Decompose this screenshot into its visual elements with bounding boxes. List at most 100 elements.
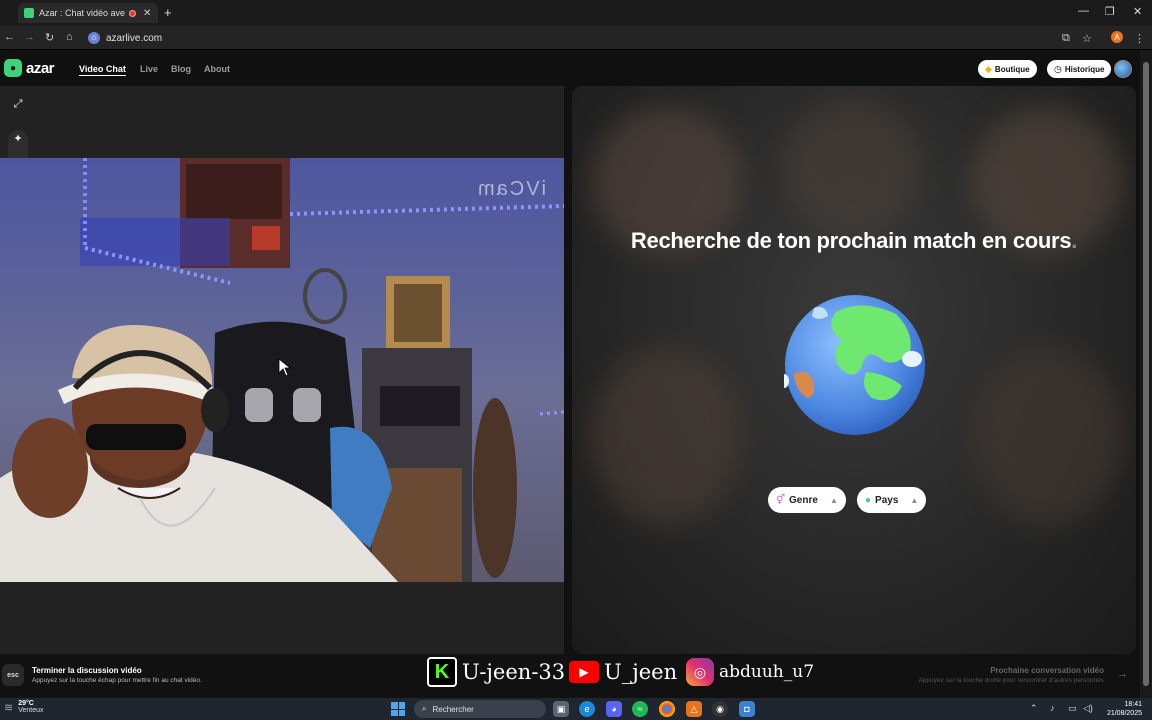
self-camera-panel: ⤢ ✦ ☺ — [0, 86, 564, 654]
temperature-text: 29°C — [18, 700, 34, 707]
minimize-icon[interactable]: — — [1078, 5, 1089, 17]
instagram-handle: abduuh_u7 — [719, 662, 815, 682]
history-clock-icon: ◷ — [1054, 63, 1062, 74]
blurred-background-shape — [782, 96, 922, 236]
kick-social: K U-jeen-33 — [427, 655, 565, 689]
esc-key-button[interactable]: esc — [2, 664, 24, 686]
nav-video-chat[interactable]: Video Chat — [79, 64, 126, 76]
chrome-icon[interactable] — [659, 701, 675, 717]
ivcam-watermark: iVCam — [475, 178, 546, 200]
youtube-logo-icon: ▶ — [569, 661, 599, 683]
boutique-label: Boutique — [994, 64, 1030, 74]
instagram-social: ◎ abduuh_u7 — [686, 655, 814, 689]
wind-icon: ≋ — [4, 701, 14, 714]
task-view-icon[interactable]: ▣ — [553, 701, 569, 717]
azar-favicon-icon — [24, 8, 34, 18]
discord-icon[interactable]: ◕ — [606, 701, 622, 717]
match-search-panel: Recherche de ton prochain match en cours… — [572, 86, 1136, 654]
effects-sparkle-icon[interactable]: ✦ — [10, 130, 26, 146]
forward-icon[interactable]: → — [24, 31, 35, 43]
logo-text: azar — [26, 59, 55, 77]
azar-logo[interactable]: ● azar — [4, 59, 55, 77]
site-info-icon[interactable]: ⊙ — [88, 32, 100, 44]
youtube-handle: U_jeen — [604, 660, 678, 684]
close-window-icon[interactable]: ✕ — [1133, 5, 1142, 18]
browser-tab-strip: Azar : Chat vidéo avec de n ✕ + — ❐ ✕ — [0, 0, 1152, 26]
windows-taskbar: ≋ 29°C Venteux ⌕ Rechercher ▣ e ◕ ≈ △ ◉ … — [0, 698, 1152, 720]
taskbar-clock[interactable]: 18:41 21/08/2025 — [1098, 700, 1142, 718]
cast-icon[interactable]: ⧉ — [1062, 32, 1070, 45]
kick-handle: U-jeen-33 — [462, 660, 566, 684]
url-field[interactable]: ⊙ azarlive.com — [88, 29, 1053, 47]
scrollbar-thumb[interactable] — [1143, 62, 1149, 686]
gender-filter-button[interactable]: ⚥ Genre ▲ — [768, 487, 846, 513]
end-chat-title: Terminer la discussion vidéo — [32, 666, 142, 675]
back-icon[interactable]: ← — [4, 31, 15, 43]
gender-icon: ⚥ — [776, 494, 786, 506]
url-text: azarlive.com — [106, 32, 163, 44]
globe-icon — [784, 295, 925, 435]
country-filter-button[interactable]: ● Pays ▲ — [857, 487, 927, 513]
historique-button[interactable]: ◷ Historique — [1047, 60, 1112, 78]
blurred-background-shape — [592, 346, 742, 526]
weather-text: Venteux — [18, 707, 44, 714]
vlc-icon[interactable]: △ — [686, 701, 702, 717]
bookmark-star-icon[interactable]: ☆ — [1082, 32, 1092, 45]
edge-icon[interactable]: e — [579, 701, 595, 717]
page-scrollbar[interactable] — [1140, 50, 1152, 698]
microphone-icon[interactable]: ♪ — [1050, 703, 1055, 713]
next-chat-hint: Appuyez sur la touche droite pour rencon… — [918, 677, 1104, 684]
site-header: ● azar Video Chat Live Blog About ◆ Bout… — [0, 50, 1140, 86]
weather-widget[interactable]: ≋ 29°C Venteux — [4, 700, 44, 714]
camera-scene — [0, 158, 564, 582]
next-chat-title: Prochaine conversation vidéo — [990, 666, 1104, 675]
close-tab-icon[interactable]: ✕ — [143, 8, 151, 19]
next-arrow-icon[interactable]: → — [1117, 668, 1128, 680]
country-filter-label: Pays — [875, 494, 899, 506]
volume-icon[interactable]: ◁) — [1083, 703, 1093, 714]
browser-tab[interactable]: Azar : Chat vidéo avec de n ✕ — [18, 3, 158, 23]
historique-label: Historique — [1064, 64, 1105, 74]
recording-indicator-icon — [129, 9, 136, 17]
spotify-icon[interactable]: ≈ — [632, 701, 648, 717]
new-tab-button[interactable]: + — [164, 5, 172, 20]
gender-filter-label: Genre — [789, 494, 818, 506]
tray-chevron-icon[interactable]: ⌃ — [1030, 703, 1038, 714]
gem-icon: ◆ — [985, 63, 992, 74]
browser-menu-icon[interactable]: ⋮ — [1134, 32, 1145, 45]
clock-date: 21/08/2025 — [1106, 710, 1142, 717]
globe-small-icon: ● — [865, 494, 872, 506]
expand-icon[interactable]: ⤢ — [10, 96, 26, 112]
azar-logo-icon: ● — [4, 59, 22, 77]
search-placeholder: Rechercher — [432, 704, 474, 714]
restore-icon[interactable]: ❐ — [1105, 5, 1115, 18]
windows-start-icon[interactable] — [391, 702, 405, 716]
search-icon: ⌕ — [422, 704, 427, 713]
kick-logo-icon: K — [427, 657, 457, 687]
nav-live[interactable]: Live — [140, 64, 158, 74]
tab-title: Azar : Chat vidéo avec de n — [39, 8, 125, 18]
search-status-title: Recherche de ton prochain match en cours… — [572, 228, 1136, 254]
loading-dot: . — [1071, 228, 1078, 253]
taskbar-search-field[interactable]: ⌕ Rechercher — [414, 700, 546, 718]
search-status-text: Recherche de ton prochain match en cours — [630, 228, 1072, 253]
youtube-social: ▶ U_jeen — [569, 655, 677, 689]
profile-avatar[interactable]: A — [1111, 31, 1123, 43]
network-icon[interactable]: ▭ — [1068, 703, 1077, 714]
app-icon[interactable]: ◘ — [739, 701, 755, 717]
nav-about[interactable]: About — [204, 64, 230, 74]
user-avatar[interactable] — [1114, 60, 1132, 78]
self-video-feed: iVCam — [0, 158, 564, 582]
boutique-button[interactable]: ◆ Boutique — [978, 60, 1037, 78]
address-bar-row: ← → ↻ ⌂ ⊙ azarlive.com ⧉ ☆ ⋮ — [0, 26, 1152, 50]
obs-icon[interactable]: ◉ — [712, 701, 728, 717]
home-icon[interactable]: ⌂ — [66, 31, 73, 43]
reload-icon[interactable]: ↻ — [45, 31, 54, 44]
nav-blog[interactable]: Blog — [171, 64, 191, 74]
blurred-background-shape — [972, 346, 1122, 526]
end-chat-hint: Appuyez sur la touche échap pour mettre … — [32, 677, 202, 684]
chevron-up-icon: ▲ — [829, 495, 838, 505]
chevron-up-icon: ▲ — [910, 495, 919, 505]
clock-time: 18:41 — [1124, 701, 1142, 708]
instagram-logo-icon: ◎ — [686, 658, 714, 686]
